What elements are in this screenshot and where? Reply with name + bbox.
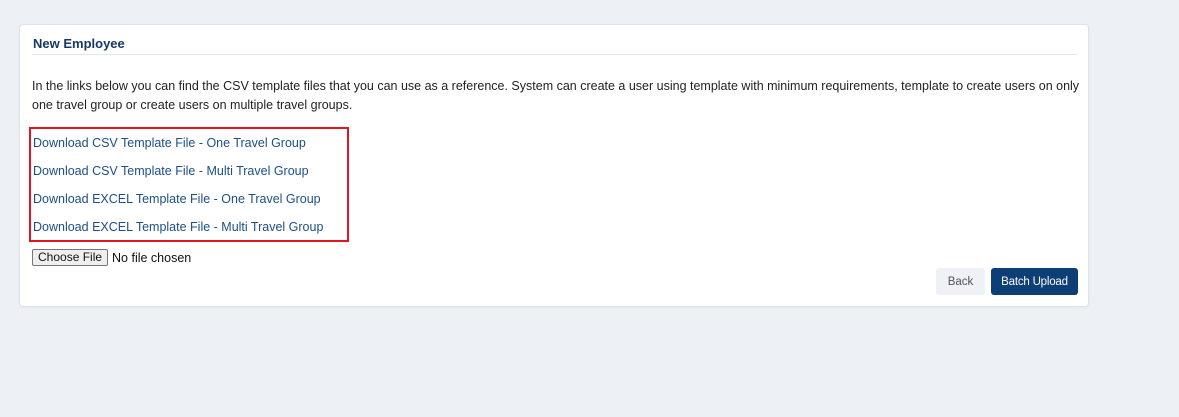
download-excel-one-travel-group-link[interactable]: Download EXCEL Template File - One Trave… [33, 192, 321, 206]
download-csv-one-travel-group-link[interactable]: Download CSV Template File - One Travel … [33, 136, 306, 150]
file-status-text: No file chosen [112, 250, 192, 265]
new-employee-card: New Employee In the links below you can … [19, 24, 1089, 307]
file-input-row: Choose File No file chosen [32, 249, 191, 266]
title-divider [32, 54, 1077, 55]
intro-text: In the links below you can find the CSV … [32, 79, 1080, 112]
download-csv-multi-travel-group-link[interactable]: Download CSV Template File - Multi Trave… [33, 164, 309, 178]
card-title: New Employee [33, 36, 125, 51]
choose-file-button[interactable]: Choose File [32, 249, 109, 266]
back-button[interactable]: Back [936, 268, 985, 295]
batch-upload-button[interactable]: Batch Upload [991, 268, 1078, 295]
download-excel-multi-travel-group-link[interactable]: Download EXCEL Template File - Multi Tra… [33, 220, 323, 234]
